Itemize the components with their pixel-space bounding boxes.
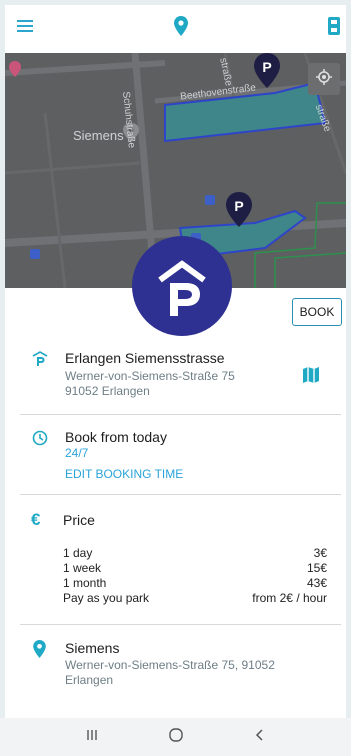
price-row: 1 month 43€ (63, 576, 327, 591)
euro-icon: € (31, 510, 41, 529)
price-label: 1 week (63, 561, 102, 575)
parking-sign-icon (32, 351, 48, 372)
booking-hours: 24/7 (65, 446, 89, 460)
app-frame: P P Beethovenstraße Schuhstraße straße s… (0, 0, 351, 756)
recent-apps-button[interactable] (85, 728, 99, 747)
menu-icon[interactable] (17, 19, 33, 38)
parking-lot-icon[interactable] (327, 17, 341, 40)
location-pin-icon (33, 640, 46, 663)
company-address-line2: Erlangen (65, 673, 114, 687)
price-label: Pay as you park (63, 591, 150, 605)
top-bar (5, 5, 346, 53)
locate-button[interactable] (308, 63, 340, 95)
company-name: Siemens (65, 640, 120, 656)
price-value: 3€ (313, 546, 327, 560)
system-nav-bar (0, 718, 351, 756)
book-button[interactable]: BOOK (292, 298, 342, 326)
price-label: 1 month (63, 576, 107, 590)
price-label: 1 day (63, 546, 93, 560)
price-title: Price (63, 512, 95, 528)
company-address-line1: Werner-von-Siemens-Straße 75, 91052 (65, 658, 275, 672)
poi-label: Siemens (73, 128, 124, 143)
home-button[interactable] (168, 727, 184, 748)
price-row: Pay as you park from 2€ / hour (63, 591, 327, 606)
price-row: 1 week 15€ (63, 561, 327, 576)
clock-icon (32, 430, 48, 451)
divider (20, 414, 341, 415)
map-icon[interactable] (302, 366, 320, 389)
svg-text:P: P (234, 198, 243, 214)
crosshair-icon (316, 68, 332, 90)
svg-text:P: P (262, 59, 271, 75)
divider (20, 624, 341, 625)
price-value: from 2€ / hour (252, 591, 327, 605)
place-street: Werner-von-Siemens-Straße 75 (65, 369, 235, 383)
edit-booking-time-link[interactable]: EDIT BOOKING TIME (65, 467, 183, 481)
place-city: 91052 Erlangen (65, 384, 150, 398)
location-pin-icon[interactable] (174, 16, 188, 41)
price-table: 1 day 3€ 1 week 15€ 1 month 43€ Pay as y… (63, 546, 327, 606)
price-value: 15€ (306, 561, 327, 575)
divider (20, 494, 341, 495)
price-row: 1 day 3€ (63, 546, 327, 561)
price-value: 43€ (306, 576, 327, 590)
parking-logo (132, 236, 232, 336)
place-name: Erlangen Siemensstrasse (65, 350, 225, 366)
booking-title: Book from today (65, 429, 167, 445)
back-button[interactable] (253, 728, 267, 747)
